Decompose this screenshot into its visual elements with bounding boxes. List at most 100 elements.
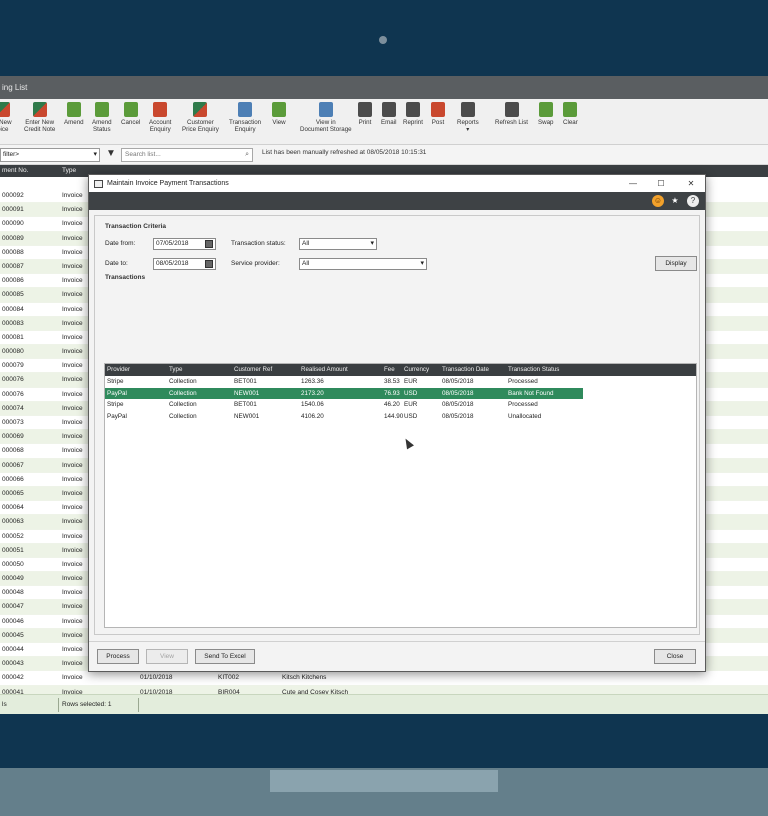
transaction-row[interactable]: PayPal Collection NEW001 2173.20 76.93 USD 08/…	[105, 387, 583, 399]
tx-cell-amount: 1263.36	[301, 378, 324, 385]
ribbon-button-label: Post	[431, 119, 445, 126]
help-icon[interactable]: ?	[687, 195, 699, 207]
smiley-icon[interactable]: ☺	[652, 195, 664, 207]
tx-cell-date: 08/05/2018	[442, 378, 474, 385]
maximize-icon[interactable]: ☐	[649, 175, 673, 192]
ribbon-button-5[interactable]: Account Enquiry	[149, 102, 171, 133]
ribbon-button-3[interactable]: Amend Status	[92, 102, 112, 133]
transaction-row[interactable]: Stripe Collection BET001 1540.06 46.20 EUR 08/…	[105, 399, 696, 411]
tx-cell-status: Processed	[508, 401, 538, 408]
cell-type: Invoice	[62, 291, 83, 299]
star-icon[interactable]: ★	[669, 195, 681, 207]
refresh-message: List has been manually refreshed at 08/0…	[262, 149, 427, 156]
process-button[interactable]: Process	[97, 649, 139, 664]
cell-no: 000051	[2, 546, 24, 554]
tx-cell-status: Unallocated	[508, 412, 542, 420]
ribbon-button-label: Account Enquiry	[149, 119, 172, 133]
tx-column-header[interactable]: Currency	[404, 364, 429, 376]
calendar-icon[interactable]	[205, 260, 213, 268]
date-from-field[interactable]: 07/05/2018	[153, 238, 216, 250]
window-app-icon	[94, 180, 103, 188]
cell-no: 000069	[2, 433, 24, 441]
ribbon-button-8[interactable]: View	[272, 102, 286, 126]
display-button[interactable]: Display	[655, 256, 697, 271]
ribbon-button-12[interactable]: Reprint	[403, 102, 423, 126]
ribbon-button-6[interactable]: Customer Price Enquiry	[182, 102, 219, 133]
ribbon-button-label: e New oice	[0, 119, 12, 133]
ribbon-button-15[interactable]: Refresh List	[495, 102, 528, 126]
new-invoice-icon	[0, 102, 10, 117]
cell-type: Invoice	[62, 333, 83, 341]
tx-column-header[interactable]: Transaction Status	[508, 364, 559, 376]
date-to-field[interactable]: 08/05/2018	[153, 258, 216, 270]
cell-type: Invoice	[62, 419, 83, 426]
tx-column-header[interactable]: Realised Amount	[301, 364, 348, 376]
date-from-value: 07/05/2018	[156, 240, 189, 247]
tx-cell-provider: PayPal	[107, 412, 127, 420]
cell-no: 000083	[2, 319, 24, 327]
tx-column-header[interactable]: Fee	[384, 364, 395, 376]
cell-ref: KIT002	[218, 674, 239, 682]
minimize-icon[interactable]: —	[621, 175, 645, 192]
date-to-label: Date to:	[105, 260, 128, 267]
cell-no: 000076	[2, 376, 24, 384]
close-icon[interactable]: ✕	[679, 175, 703, 192]
ribbon-button-14[interactable]: Reports ▾	[457, 102, 479, 133]
cell-no: 000046	[2, 617, 24, 625]
funnel-icon[interactable]: ▼	[106, 149, 116, 159]
cell-no: 000068	[2, 447, 24, 455]
status-select[interactable]: All ▾	[299, 238, 377, 250]
filter-dropdown[interactable]: filter> ▾	[0, 148, 100, 162]
dialog-titlebar: Maintain Invoice Payment Transactions — …	[89, 175, 705, 192]
provider-select[interactable]: All ▾	[299, 258, 427, 270]
calendar-icon[interactable]	[205, 240, 213, 248]
column-header-number[interactable]: ment No.	[2, 165, 28, 177]
tx-cell-currency: USD	[404, 389, 418, 397]
tx-cell-date: 08/05/2018	[442, 401, 474, 408]
clear-icon	[563, 102, 578, 117]
ribbon-button-0[interactable]: e New oice	[0, 102, 12, 133]
cell-no: 000048	[2, 589, 24, 597]
tx-column-header[interactable]: Type	[169, 364, 182, 376]
view-button[interactable]: View	[146, 649, 188, 664]
cell-no: 000064	[2, 504, 24, 512]
send-to-excel-button[interactable]: Send To Excel	[195, 649, 255, 664]
transaction-row[interactable]: PayPal Collection NEW001 4106.20 144.90 USD 08…	[105, 411, 696, 423]
close-button[interactable]: Close	[654, 649, 696, 664]
ribbon-button-label: Amend Status	[92, 119, 112, 133]
transaction-row[interactable]: Stripe Collection BET001 1263.36 38.53 EUR 08/…	[105, 376, 696, 388]
reprint-icon	[405, 102, 420, 117]
search-input[interactable]: Search list... ⌕	[121, 148, 253, 162]
ribbon-button-17[interactable]: Clear	[563, 102, 578, 126]
cell-type: Invoice	[62, 489, 83, 497]
tx-column-header[interactable]: Provider	[107, 364, 130, 376]
cell-no: 000052	[2, 532, 24, 540]
ribbon-button-7[interactable]: Transaction Enquiry	[229, 102, 261, 133]
cell-no: 000043	[2, 660, 24, 668]
cell-no: 000076	[2, 390, 24, 398]
column-header-type[interactable]: Type	[62, 165, 76, 177]
cell-date: 01/10/2018	[140, 674, 173, 682]
ribbon-button-1[interactable]: Enter New Credit Note	[24, 102, 55, 133]
tx-cell-provider: Stripe	[107, 401, 124, 408]
ribbon-button-10[interactable]: Print	[358, 102, 372, 126]
ribbon-button-13[interactable]: Post	[431, 102, 445, 126]
ribbon-button-11[interactable]: Email	[381, 102, 396, 126]
tx-column-header[interactable]: Transaction Date	[442, 364, 489, 376]
ribbon-button-16[interactable]: Swap	[538, 102, 553, 126]
cell-type: Invoice	[62, 305, 83, 313]
cell-type: Invoice	[62, 532, 83, 540]
email-icon	[381, 102, 396, 117]
price-enquiry-icon	[193, 102, 208, 117]
ribbon-button-9[interactable]: View in Document Storage	[300, 102, 352, 133]
cancel-icon	[123, 102, 138, 117]
cell-type: Invoice	[62, 589, 83, 597]
table-row[interactable]: 000042 Invoice 01/10/2018 KIT002 Kitsch Kitc…	[0, 671, 768, 686]
ribbon-button-2[interactable]: Amend	[64, 102, 84, 126]
search-icon[interactable]: ⌕	[245, 149, 249, 161]
ribbon-button-4[interactable]: Cancel	[121, 102, 140, 126]
tx-cell-fee: 76.93	[384, 389, 400, 397]
cell-type: Invoice	[62, 646, 83, 653]
tx-column-header[interactable]: Customer Ref	[234, 364, 272, 376]
cell-no: 000079	[2, 362, 24, 370]
